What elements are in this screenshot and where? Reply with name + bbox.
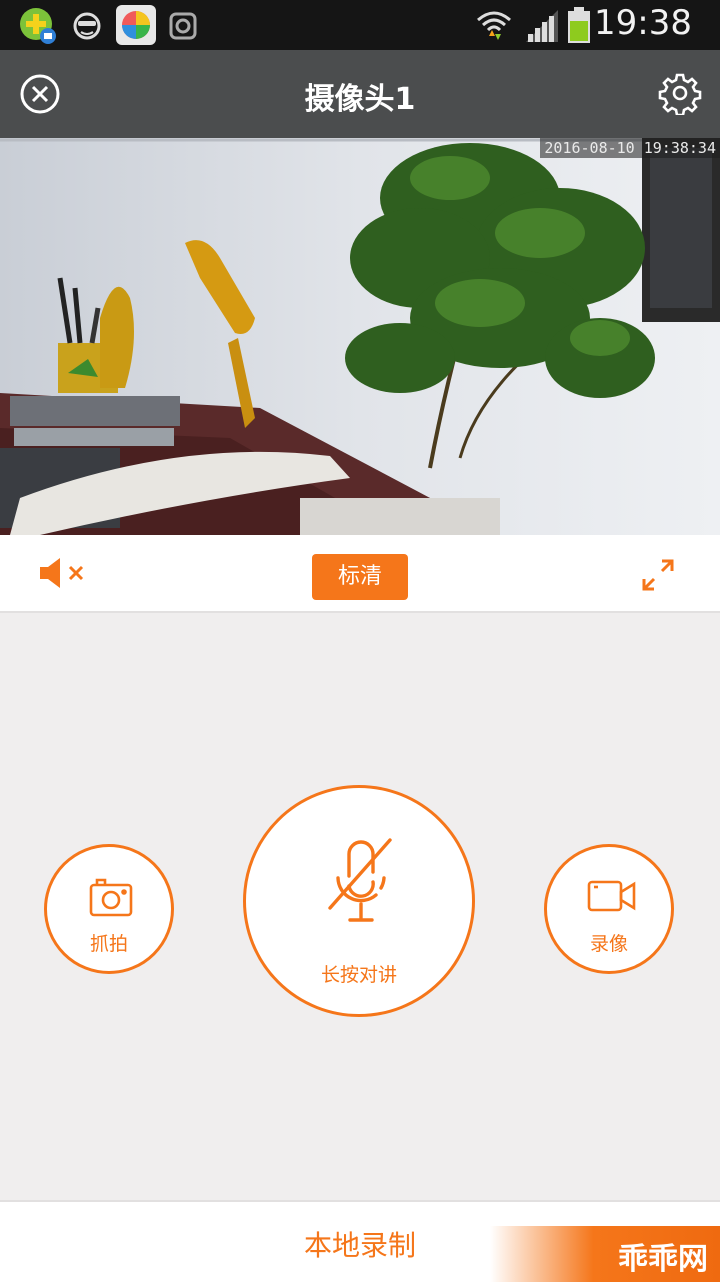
video-frame-image	[0, 138, 720, 535]
status-time: 19:38	[594, 3, 692, 43]
face-icon	[73, 12, 101, 40]
app-badge-icon	[20, 8, 56, 44]
app-store-icon	[116, 5, 156, 45]
record-label: 录像	[589, 933, 628, 955]
talk-label: 长按对讲	[320, 964, 397, 986]
gear-icon[interactable]	[658, 71, 702, 115]
snapshot-button[interactable]: 抓拍	[44, 844, 174, 974]
page-title: 摄像头1	[304, 82, 416, 117]
watermark-logo: 乖乖网	[490, 1226, 720, 1282]
push-to-talk-button[interactable]: 长按对讲	[243, 785, 475, 1017]
speaker-muted-icon[interactable]	[38, 557, 90, 589]
snapshot-label: 抓拍	[89, 933, 128, 955]
video-control-bar: 标清	[0, 535, 720, 613]
record-video-button[interactable]: 录像	[544, 844, 674, 974]
camera-icon	[89, 878, 133, 917]
video-timestamp: 2016-08-10 19:38:34	[540, 138, 720, 158]
battery-icon	[568, 7, 590, 43]
title-bar: 摄像头1	[0, 50, 720, 138]
microphone-muted-icon	[328, 838, 392, 922]
quality-toggle-button[interactable]: 标清	[312, 554, 408, 600]
expand-icon[interactable]	[640, 557, 676, 593]
camera-video-feed[interactable]: 2016-08-10 19:38:34	[0, 138, 720, 535]
bottom-bar: 本地录制 乖乖网	[0, 1200, 720, 1282]
wifi-icon	[477, 11, 511, 40]
status-bar: 19:38	[0, 0, 720, 50]
watermark-text: 乖乖网	[618, 1242, 708, 1277]
video-camera-icon	[587, 880, 636, 912]
signal-icon	[526, 10, 558, 42]
camera-app-icon	[169, 12, 197, 40]
